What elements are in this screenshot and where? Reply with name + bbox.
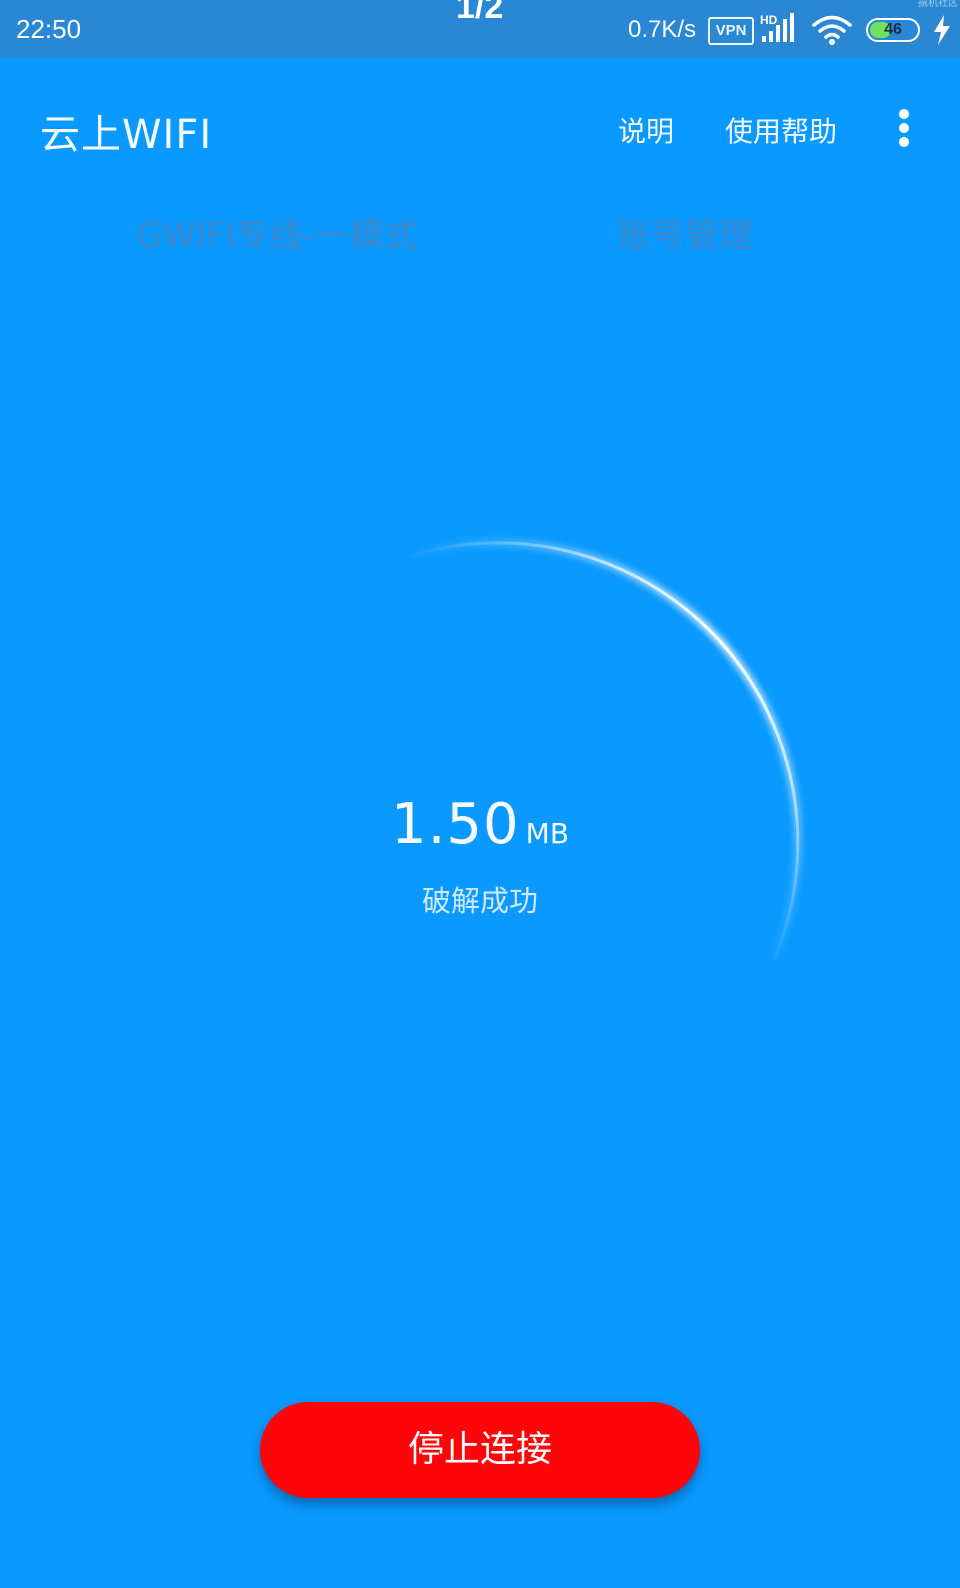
more-vertical-icon[interactable] bbox=[897, 107, 911, 149]
wifi-icon bbox=[812, 15, 852, 45]
data-unit: MB bbox=[525, 817, 570, 850]
app-title: 云上WIFI bbox=[40, 112, 213, 158]
battery-level: 46 bbox=[884, 21, 902, 38]
vpn-icon: VPN bbox=[708, 17, 754, 45]
help-link[interactable]: 使用帮助 bbox=[725, 110, 837, 150]
tab-gwifi-mode[interactable]: GWIFI专线-一模式 bbox=[136, 208, 418, 257]
instructions-link[interactable]: 说明 bbox=[618, 110, 674, 150]
signal-hd-label: HD bbox=[760, 13, 778, 27]
page-indicator: 1/2 bbox=[456, 0, 504, 26]
app-screen: 22:50 1/2 0.7K/s VPN HD 46 搞机社区 云上WIFI 说… bbox=[0, 0, 960, 1588]
data-value: 1.50 bbox=[390, 792, 520, 857]
status-bar: 22:50 1/2 0.7K/s VPN HD 46 搞机社区 bbox=[0, 0, 960, 58]
network-speed: 0.7K/s bbox=[628, 16, 697, 43]
stop-connection-button[interactable]: 停止连接 bbox=[260, 1402, 700, 1498]
tab-account-management[interactable]: 账号管理 bbox=[617, 208, 753, 257]
signal-icon: HD bbox=[760, 13, 794, 42]
status-time: 22:50 bbox=[16, 14, 82, 44]
watermark: 搞机社区 bbox=[918, 0, 958, 9]
battery-icon: 46 bbox=[866, 18, 920, 42]
charging-icon bbox=[934, 15, 950, 45]
data-amount: 1.50 MB bbox=[0, 792, 960, 857]
connection-status: 破解成功 bbox=[421, 884, 538, 918]
